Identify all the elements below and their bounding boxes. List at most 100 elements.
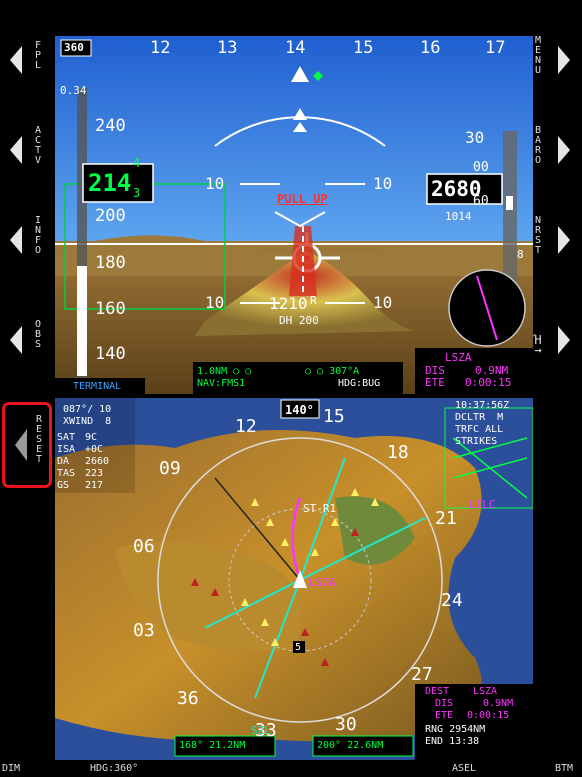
bearing-2: 200° 22.6NM bbox=[317, 740, 384, 751]
airspeed-roll-top: 4 bbox=[133, 156, 141, 170]
dim-softkey[interactable]: DIM bbox=[2, 763, 20, 774]
asel-softkey[interactable]: ASEL bbox=[452, 763, 476, 774]
airspeed-tick-200: 200 bbox=[95, 206, 126, 226]
da-value: 2660 bbox=[85, 456, 110, 467]
compass-18: 18 bbox=[387, 442, 409, 463]
radio-altitude: 1210 bbox=[269, 294, 308, 313]
compass-09: 09 bbox=[159, 458, 181, 479]
airspeed-value: 214 bbox=[88, 169, 132, 197]
dest-ete: 0:00:15 bbox=[467, 710, 510, 721]
compass-27: 27 bbox=[411, 664, 433, 685]
strikes-label: STRIKES bbox=[455, 436, 498, 447]
info-label: I N F O bbox=[34, 215, 42, 256]
heading-tick-17: 17 bbox=[485, 38, 506, 58]
szl-vor: SZL bbox=[251, 724, 271, 737]
bearing-1: 168° 21.2NM bbox=[179, 740, 246, 751]
compass-21: 21 bbox=[435, 508, 457, 529]
airspeed-tick-240: 240 bbox=[95, 116, 126, 136]
pitch-label-right-bottom: 10 bbox=[373, 293, 393, 312]
left-bezel: F P L A C T V I N F O O B S R E S E T bbox=[0, 0, 52, 777]
str-waypoint: ST-R1 bbox=[303, 502, 337, 515]
reset-label: R E S E T bbox=[35, 414, 43, 465]
actv-softkey[interactable]: A C T V bbox=[0, 110, 52, 190]
moving-map-display[interactable]: 140° 087°/ 10 XWIND 8 SAT 9C ISA +0C DA … bbox=[55, 398, 533, 760]
heading-tick-13: 13 bbox=[217, 38, 238, 58]
obs-softkey[interactable]: O B S bbox=[0, 300, 52, 380]
hdg-source: HDG:BUG bbox=[338, 378, 381, 389]
mach-readout: 0.34 bbox=[60, 84, 87, 97]
sat-label: SAT bbox=[57, 432, 76, 443]
dest-dis-label: DIS bbox=[435, 698, 454, 709]
nrst-label: N R S T bbox=[534, 215, 542, 256]
terminal-mode: TERMINAL bbox=[73, 381, 122, 392]
dest-distance: 0.9NM bbox=[483, 698, 514, 709]
bottom-softkey-bar: DIM HDG:360° ASEL BTM bbox=[0, 760, 582, 777]
wind-line-2: XWIND 8 bbox=[63, 416, 112, 427]
heading-tick-12: 12 bbox=[150, 38, 171, 58]
nrst-softkey[interactable]: N R S T bbox=[530, 200, 582, 280]
isa-label: ISA bbox=[57, 444, 76, 455]
waypoint-ete-label: ETE bbox=[425, 376, 445, 389]
info-softkey[interactable]: I N F O bbox=[0, 200, 52, 280]
fpl-label: F P L bbox=[34, 40, 42, 71]
lsza-waypoint: LSZA bbox=[309, 576, 336, 589]
right-bezel: M E N U B A R O N R S T Ή → bbox=[530, 0, 582, 777]
tas-label: TAS bbox=[57, 468, 76, 479]
heading-box-value: 360 bbox=[64, 41, 84, 54]
heading-tick-15: 15 bbox=[353, 38, 374, 58]
pitch-label-left-top: 10 bbox=[205, 174, 225, 193]
left-arrow-icon bbox=[10, 46, 22, 74]
da-label: DA bbox=[57, 456, 70, 467]
altitude-tick-30: 30 bbox=[465, 128, 485, 147]
pitch-label-right-top: 10 bbox=[373, 174, 393, 193]
decision-height: DH 200 bbox=[279, 314, 319, 327]
compass-06: 06 bbox=[133, 536, 155, 557]
menu-softkey[interactable]: M E N U bbox=[530, 20, 582, 100]
airspeed-tick-140: 140 bbox=[95, 344, 126, 364]
right-arrow-icon bbox=[558, 226, 570, 254]
waypoint-ete: 0:00:15 bbox=[465, 376, 512, 389]
pitch-label-left-bottom: 10 bbox=[205, 293, 225, 312]
compass-30: 30 bbox=[335, 714, 357, 735]
right-arrow-icon bbox=[558, 136, 570, 164]
gs-label: GS bbox=[57, 480, 70, 491]
dest-label: DEST bbox=[425, 686, 450, 697]
nav-source: NAV:FMS1 bbox=[197, 378, 246, 389]
hdg-softkey[interactable]: HDG:360° bbox=[90, 763, 138, 774]
range-readout: RNG 2954NM bbox=[425, 724, 486, 735]
airspeed-tick-180: 180 bbox=[95, 253, 126, 273]
utc-time: 10:37:56Z bbox=[455, 400, 510, 411]
compass-15: 15 bbox=[323, 406, 345, 427]
menu-label: M E N U bbox=[534, 35, 542, 76]
map-heading-box: 140° bbox=[285, 403, 314, 417]
direct-to-softkey[interactable]: Ή → bbox=[530, 300, 582, 380]
obs-label: O B S bbox=[34, 319, 42, 350]
heading-tick-14: 14 bbox=[285, 38, 306, 58]
tas-value: 223 bbox=[85, 468, 104, 479]
dest-ete-label: ETE bbox=[435, 710, 454, 721]
left-arrow-icon bbox=[10, 136, 22, 164]
btm-softkey[interactable]: BTM bbox=[555, 763, 573, 774]
baro-softkey[interactable]: B A R O bbox=[530, 110, 582, 190]
fpl-softkey[interactable]: F P L bbox=[0, 20, 52, 100]
wind-line-1: 087°/ 10 bbox=[63, 404, 112, 415]
primary-flight-display: 360 12 13 14 15 16 17 0.34 240 200 180 1… bbox=[55, 36, 533, 394]
direct-to-label: Ή → bbox=[534, 333, 542, 357]
baro-setting: 1014 bbox=[445, 210, 472, 223]
vsi-tick-8: 8 bbox=[517, 248, 524, 261]
lilc-waypoint: LILC bbox=[469, 498, 496, 511]
waypoint-name: LSZA bbox=[445, 351, 472, 364]
airspeed-roll-bottom: 3 bbox=[133, 186, 141, 200]
left-arrow-icon bbox=[10, 326, 22, 354]
compass-24: 24 bbox=[441, 590, 463, 611]
reset-softkey[interactable]: R E S E T bbox=[2, 402, 52, 488]
compass-03: 03 bbox=[133, 620, 155, 641]
compass-36: 36 bbox=[177, 688, 199, 709]
right-arrow-icon bbox=[558, 46, 570, 74]
pull-up-warning: PULL UP bbox=[277, 192, 328, 206]
left-arrow-icon bbox=[10, 226, 22, 254]
nav-line-1-right: ○ ○ 307°A bbox=[305, 366, 360, 377]
sat-value: 9C bbox=[85, 432, 98, 443]
isa-value: +0C bbox=[85, 444, 104, 455]
radio-altitude-suffix: R bbox=[310, 294, 317, 307]
